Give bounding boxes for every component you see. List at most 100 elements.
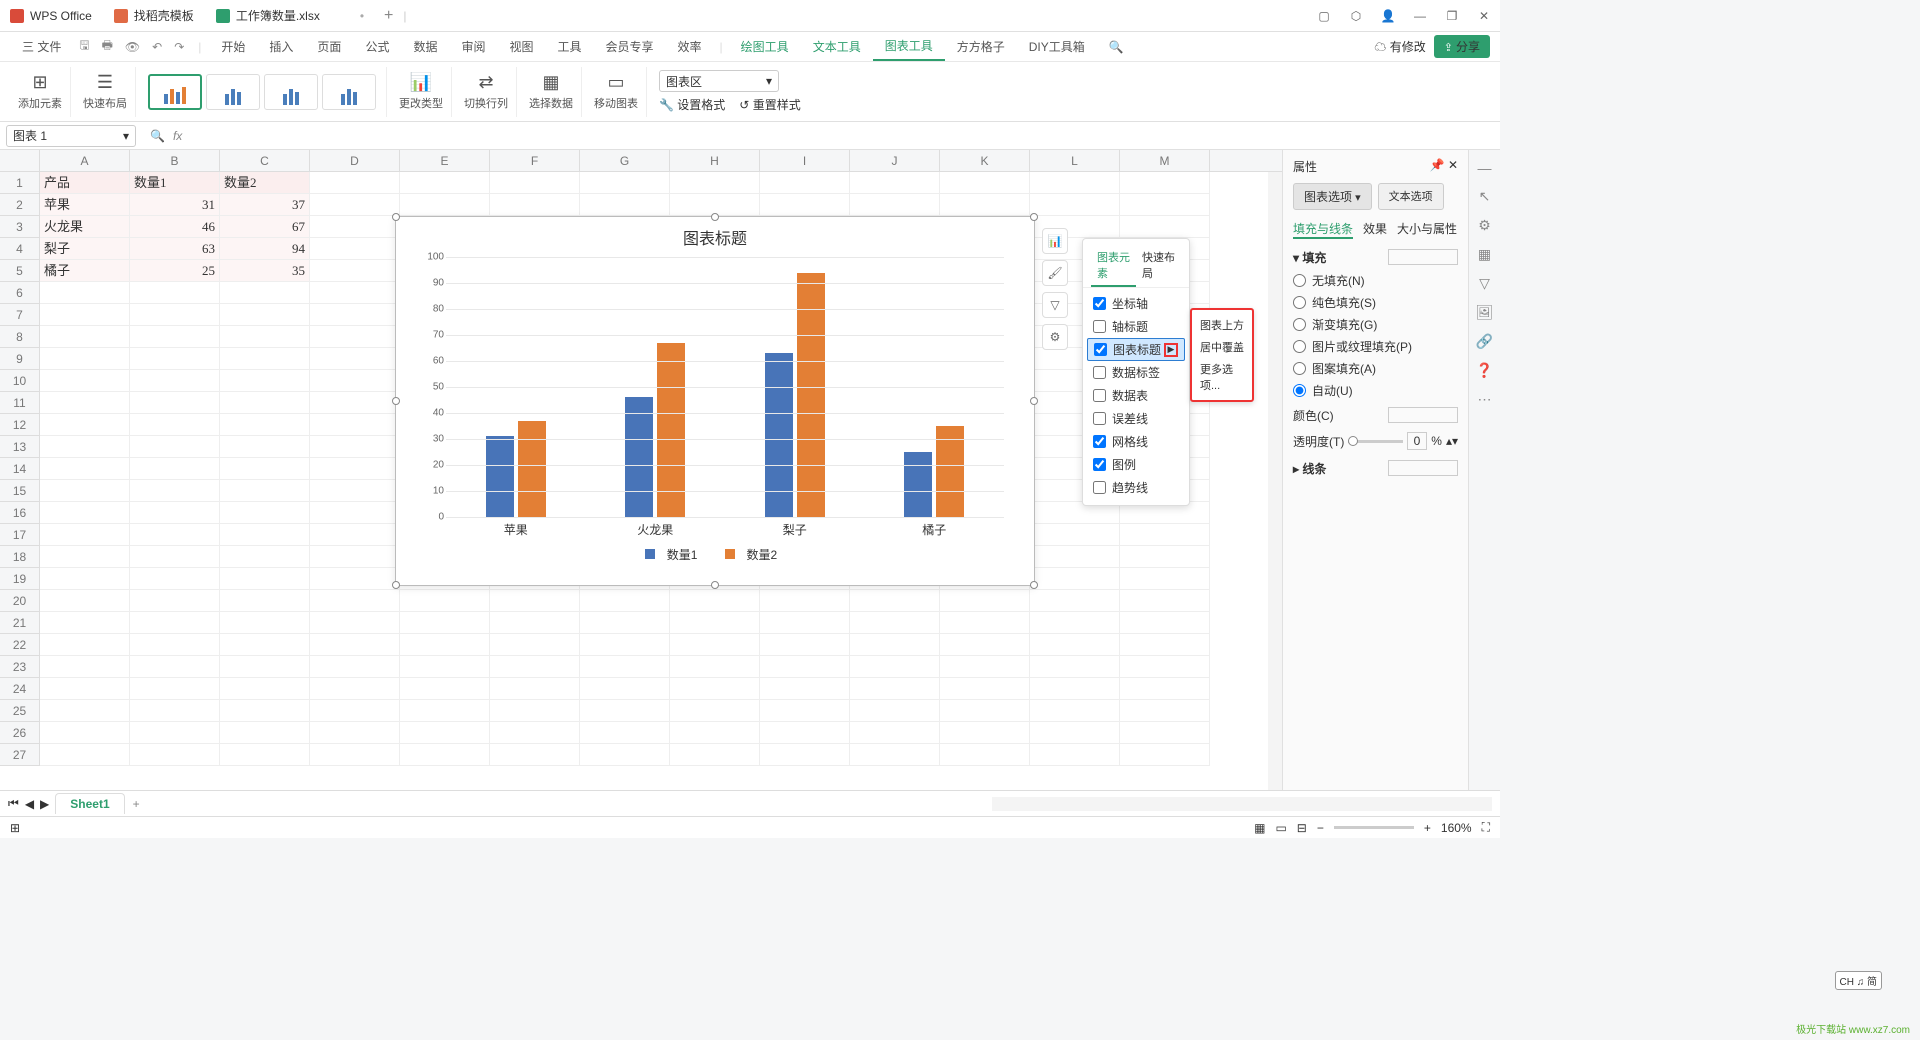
cell[interactable]	[490, 612, 580, 634]
subtab-fill-line[interactable]: 填充与线条	[1293, 220, 1353, 239]
cell[interactable]	[130, 502, 220, 524]
submenu-above[interactable]: 图表上方	[1192, 314, 1252, 336]
cell[interactable]	[310, 502, 400, 524]
cell[interactable]	[310, 194, 400, 216]
row-header[interactable]: 2	[0, 194, 40, 216]
col-header[interactable]: E	[400, 150, 490, 171]
submenu-overlay[interactable]: 居中覆盖	[1192, 336, 1252, 358]
cell[interactable]	[310, 546, 400, 568]
popup-tab-elements[interactable]: 图表元素	[1091, 245, 1136, 287]
cell[interactable]	[670, 700, 760, 722]
fill-section-header[interactable]: ▾ 填充	[1293, 249, 1458, 266]
cell[interactable]	[220, 524, 310, 546]
cell[interactable]	[310, 568, 400, 590]
cell[interactable]	[220, 678, 310, 700]
cell[interactable]	[400, 700, 490, 722]
cell[interactable]	[220, 612, 310, 634]
chart-plot-area[interactable]: 0102030405060708090100	[446, 257, 1004, 517]
popup-item[interactable]: 网格线	[1083, 430, 1189, 453]
chart-elements-button[interactable]: 📊	[1042, 228, 1068, 254]
sidebar-image-icon[interactable]: 🖼	[1476, 304, 1494, 321]
cell[interactable]	[940, 678, 1030, 700]
menu-data[interactable]: 数据	[401, 38, 449, 55]
select-data-button[interactable]: ▦选择数据	[521, 67, 582, 117]
print-icon[interactable]: 🖶	[102, 36, 113, 57]
row-header[interactable]: 13	[0, 436, 40, 458]
sidebar-link-icon[interactable]: 🔗	[1476, 333, 1493, 350]
bar[interactable]	[486, 436, 514, 517]
cell[interactable]	[310, 414, 400, 436]
sidebar-filter-icon[interactable]: ▽	[1479, 275, 1490, 292]
cell[interactable]	[40, 370, 130, 392]
cell[interactable]	[850, 612, 940, 634]
row-header[interactable]: 9	[0, 348, 40, 370]
cell[interactable]	[40, 744, 130, 766]
cell[interactable]	[40, 414, 130, 436]
cell[interactable]	[760, 612, 850, 634]
chart-styles-button[interactable]: 🖌	[1042, 260, 1068, 286]
zoom-out-icon[interactable]: −	[1317, 821, 1324, 835]
cell[interactable]	[220, 458, 310, 480]
app-tab-file[interactable]: 工作簿数量.xlsx•	[206, 2, 374, 30]
cell[interactable]	[130, 612, 220, 634]
cell[interactable]	[1120, 678, 1210, 700]
cell[interactable]	[760, 634, 850, 656]
cell[interactable]: 数量2	[220, 172, 310, 194]
zoom-in-icon[interactable]: +	[1424, 821, 1431, 835]
cell[interactable]	[220, 304, 310, 326]
sidebar-cursor-icon[interactable]: ↖	[1479, 188, 1491, 205]
cell[interactable]	[580, 678, 670, 700]
add-element-button[interactable]: ⊞添加元素	[10, 67, 71, 117]
cell[interactable]	[40, 304, 130, 326]
save-icon[interactable]: 🖫	[79, 36, 89, 57]
row-header[interactable]: 20	[0, 590, 40, 612]
cell[interactable]	[940, 722, 1030, 744]
cell[interactable]	[130, 348, 220, 370]
cell[interactable]	[850, 194, 940, 216]
row-header[interactable]: 15	[0, 480, 40, 502]
cell[interactable]	[1120, 568, 1210, 590]
row-header[interactable]: 8	[0, 326, 40, 348]
cell[interactable]	[580, 700, 670, 722]
cell[interactable]	[1030, 678, 1120, 700]
row-header[interactable]: 26	[0, 722, 40, 744]
cell[interactable]	[220, 370, 310, 392]
cell[interactable]	[490, 678, 580, 700]
share-button[interactable]: ⇪ 分享	[1434, 35, 1490, 58]
line-section-header[interactable]: ▸ 线条	[1293, 460, 1458, 477]
cell[interactable]: 梨子	[40, 238, 130, 260]
cell[interactable]	[130, 414, 220, 436]
cell[interactable]	[670, 172, 760, 194]
redo-icon[interactable]: ↷	[174, 40, 184, 54]
row-header[interactable]: 23	[0, 656, 40, 678]
cell[interactable]	[130, 634, 220, 656]
view-break-icon[interactable]: ⊟	[1297, 821, 1307, 835]
cell[interactable]	[670, 634, 760, 656]
cell[interactable]	[490, 194, 580, 216]
row-header[interactable]: 1	[0, 172, 40, 194]
cell[interactable]	[40, 678, 130, 700]
cell[interactable]	[1120, 656, 1210, 678]
sidebar-help-icon[interactable]: ❓	[1476, 362, 1493, 379]
cell[interactable]: 63	[130, 238, 220, 260]
chart-legend[interactable]: 数量1 数量2	[396, 546, 1034, 563]
cell[interactable]	[40, 458, 130, 480]
cell[interactable]: 35	[220, 260, 310, 282]
cell[interactable]	[310, 238, 400, 260]
row-header[interactable]: 10	[0, 370, 40, 392]
row-header[interactable]: 16	[0, 502, 40, 524]
cell[interactable]	[220, 282, 310, 304]
minimize-icon[interactable]: —	[1404, 9, 1436, 23]
tab-prev-icon[interactable]: ◀	[25, 797, 34, 811]
row-header[interactable]: 21	[0, 612, 40, 634]
menu-view[interactable]: 视图	[497, 38, 545, 55]
fill-radio[interactable]: 渐变填充(G)	[1293, 316, 1458, 333]
cell[interactable]	[310, 260, 400, 282]
row-header[interactable]: 19	[0, 568, 40, 590]
cell[interactable]	[670, 744, 760, 766]
cell[interactable]	[220, 392, 310, 414]
move-chart-button[interactable]: ▭移动图表	[586, 67, 647, 117]
cell[interactable]	[220, 436, 310, 458]
cell[interactable]	[40, 502, 130, 524]
cell[interactable]	[310, 348, 400, 370]
